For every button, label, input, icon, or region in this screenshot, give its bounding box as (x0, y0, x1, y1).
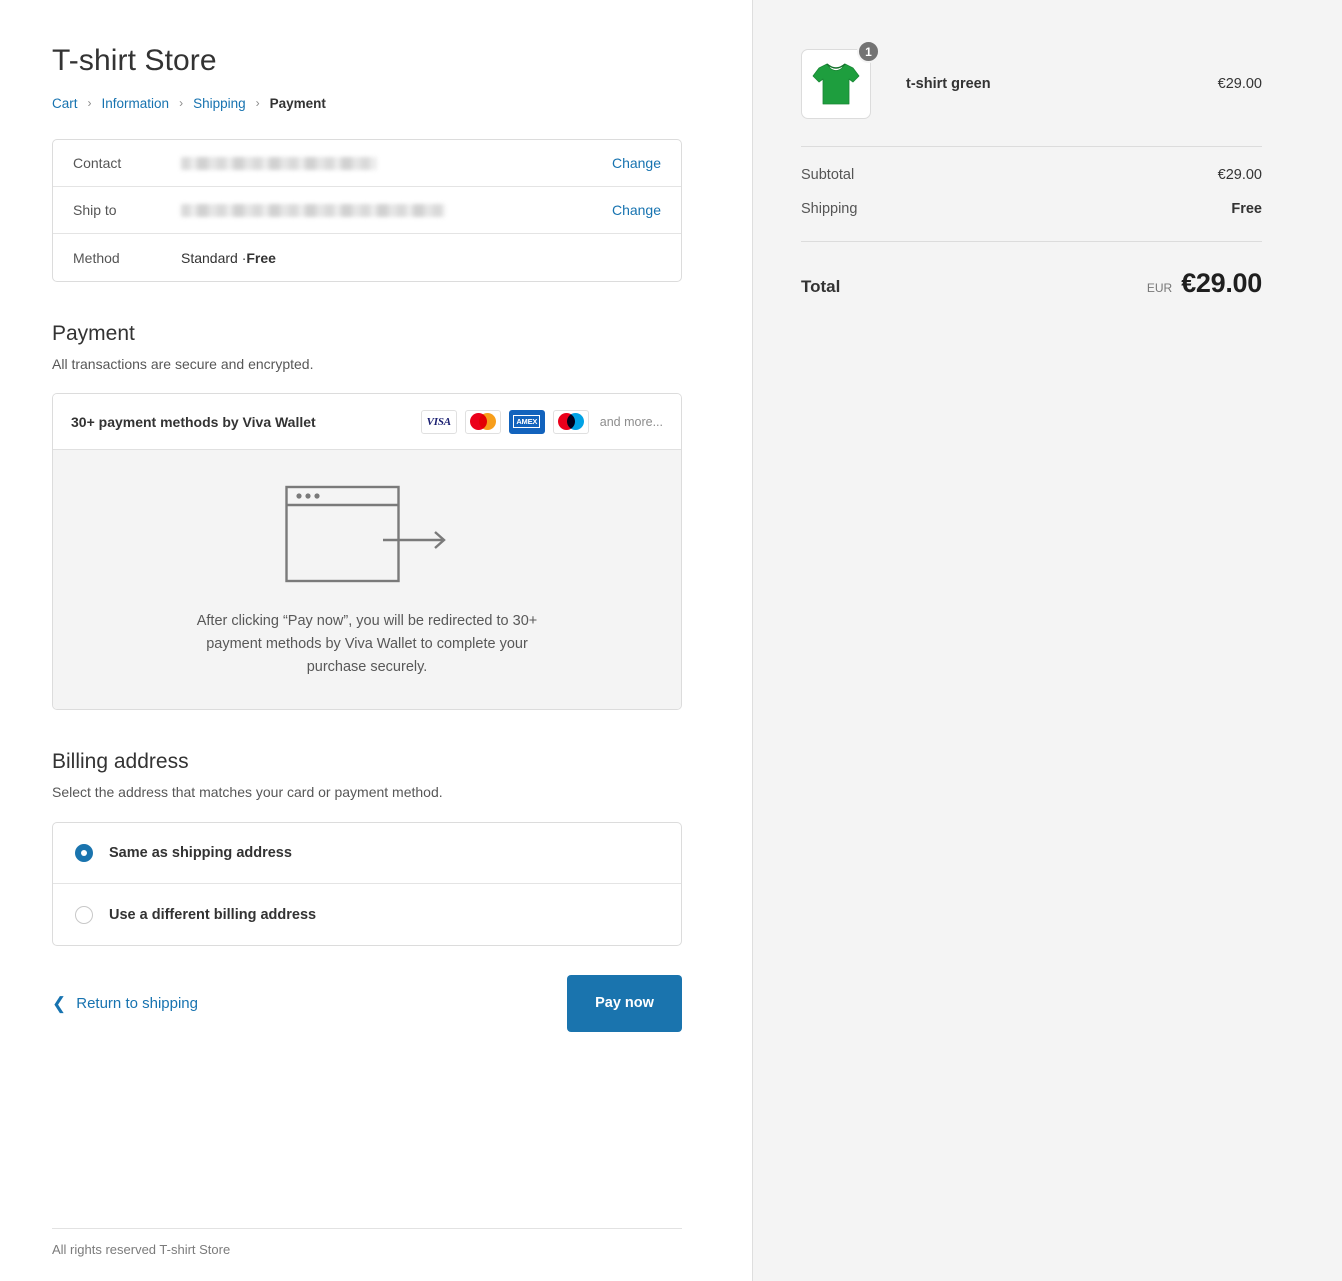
product-thumbnail-wrap: 1 (801, 40, 880, 119)
card-brand-icons: VISA AMEX and more... (420, 409, 663, 434)
billing-subheading: Select the address that matches your car… (52, 784, 443, 800)
payment-subheading: All transactions are secure and encrypte… (52, 356, 314, 372)
billing-option-different-address[interactable]: Use a different billing address (53, 884, 681, 945)
grand-total-row: Total EUR €29.00 (801, 268, 1262, 299)
and-more-label: and more... (599, 414, 663, 429)
breadcrumb-item-information[interactable]: Information (102, 96, 170, 111)
breadcrumb-item-payment: Payment (269, 96, 326, 111)
order-summary-sidebar: 1 t-shirt green €29.00 Subtotal €29.00 S… (752, 0, 1342, 1281)
order-line-item: 1 t-shirt green €29.00 (801, 40, 1262, 122)
shipping-label: Shipping (801, 201, 858, 217)
return-to-shipping-label: Return to shipping (76, 994, 198, 1012)
payment-provider-row[interactable]: 30+ payment methods by Viva Wallet VISA (53, 394, 681, 450)
checkout-main-column: T-shirt Store Cart › Information › Shipp… (0, 0, 752, 1281)
amex-icon-label: AMEX (513, 415, 541, 428)
summary-divider (801, 146, 1262, 147)
change-contact-link[interactable]: Change (612, 155, 661, 171)
total-label: Total (801, 277, 841, 296)
review-row-method: Method Standard · Free (53, 234, 681, 281)
product-price: €29.00 (1217, 76, 1262, 92)
return-to-shipping-link[interactable]: ❮ Return to shipping (52, 995, 198, 1012)
page-title: T-shirt Store (52, 44, 217, 77)
chevron-right-icon: › (179, 95, 184, 110)
visa-icon: VISA (420, 409, 457, 434)
checkout-actions: ❮ Return to shipping Pay now (52, 974, 682, 1032)
contact-label: Contact (73, 155, 122, 171)
maestro-icon (552, 409, 589, 434)
radio-selected-icon[interactable] (75, 844, 93, 862)
chevron-right-icon: › (255, 95, 260, 110)
shipping-value: Free (1231, 201, 1262, 217)
method-value-text: Standard · (181, 249, 247, 266)
breadcrumb-item-cart[interactable]: Cart (52, 96, 78, 111)
footer-divider (52, 1228, 682, 1229)
change-ship-to-link[interactable]: Change (612, 202, 661, 218)
amex-icon: AMEX (508, 409, 545, 434)
billing-address-section: Billing address Select the address that … (52, 750, 682, 946)
visa-icon-label: VISA (426, 415, 451, 428)
total-amount: €29.00 (1181, 268, 1262, 298)
billing-option-label: Same as shipping address (109, 845, 292, 861)
billing-options-card: Same as shipping address Use a different… (52, 822, 682, 946)
mastercard-icon (464, 409, 501, 434)
payment-provider-title: 30+ payment methods by Viva Wallet (71, 413, 316, 430)
redacted-contact-value (181, 156, 377, 170)
method-value-strong: Free (246, 249, 276, 266)
order-review-card: Contact Change Ship to Change Method Sta… (52, 139, 682, 282)
method-label: Method (73, 249, 120, 266)
footer-text: All rights reserved T-shirt Store (52, 1242, 231, 1257)
quantity-badge: 1 (857, 40, 880, 63)
subtotal-label: Subtotal (801, 167, 855, 183)
billing-option-label: Use a different billing address (109, 906, 317, 923)
chevron-left-icon: ❮ (52, 993, 67, 1013)
breadcrumb-item-shipping[interactable]: Shipping (193, 96, 246, 111)
radio-unselected-icon[interactable] (75, 905, 93, 924)
chevron-right-icon: › (87, 95, 92, 110)
subtotal-row: Subtotal €29.00 (801, 167, 1262, 183)
billing-heading: Billing address (52, 750, 189, 773)
pay-now-button[interactable]: Pay now (567, 974, 682, 1032)
product-name: t-shirt green (906, 76, 991, 92)
redacted-ship-to-value (181, 203, 445, 217)
review-row-contact: Contact Change (53, 140, 681, 187)
subtotal-value: €29.00 (1217, 167, 1262, 183)
redirect-notice-text: After clicking “Pay now”, you will be re… (196, 613, 538, 675)
review-row-ship-to: Ship to Change (53, 187, 681, 234)
breadcrumb: Cart › Information › Shipping › Payment (52, 95, 682, 112)
browser-redirect-icon (285, 485, 446, 583)
ship-to-label: Ship to (73, 202, 117, 218)
tshirt-icon (812, 63, 860, 105)
grand-total-divider (801, 241, 1262, 242)
payment-method-panel: 30+ payment methods by Viva Wallet VISA (52, 393, 682, 710)
billing-option-same-as-shipping[interactable]: Same as shipping address (53, 823, 681, 884)
currency-code: EUR (1146, 281, 1173, 295)
payment-heading: Payment (52, 322, 135, 345)
contact-value (181, 156, 612, 170)
checkout-page: T-shirt Store Cart › Information › Shipp… (0, 0, 1342, 1281)
method-value: Standard · Free (181, 250, 661, 266)
payment-redirect-body: After clicking “Pay now”, you will be re… (53, 450, 681, 709)
shipping-row: Shipping Free (801, 201, 1262, 217)
payment-section: Payment All transactions are secure and … (52, 322, 682, 710)
ship-to-value (181, 203, 612, 217)
